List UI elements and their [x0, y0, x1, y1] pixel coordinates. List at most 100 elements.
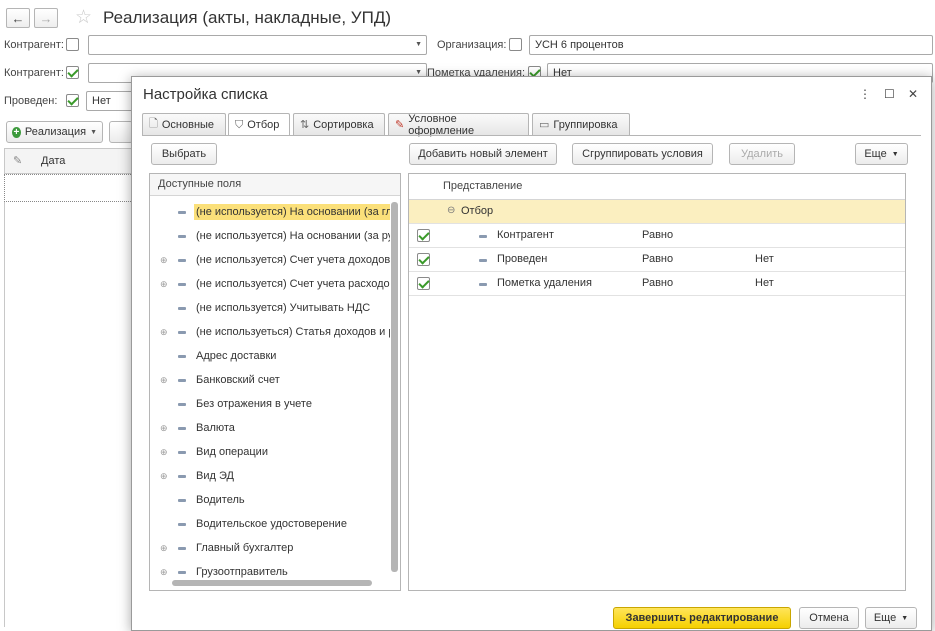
list-body — [4, 202, 5, 627]
field-icon — [178, 498, 186, 502]
filter-row[interactable]: Контрагент Равно — [409, 224, 905, 248]
field-row[interactable]: (не используется) На основании (за гл — [150, 200, 390, 224]
org-filter-checkbox[interactable] — [509, 38, 522, 51]
column-date[interactable]: Дата — [41, 155, 65, 167]
filter-use-checkbox[interactable] — [417, 229, 430, 242]
expand-icon[interactable]: ⊕ — [160, 471, 168, 482]
tab-conditional-format[interactable]: ✎ Условное оформление — [388, 113, 529, 137]
field-icon — [178, 330, 186, 334]
print-button[interactable] — [109, 121, 133, 143]
filter-field[interactable]: Проведен — [497, 253, 547, 265]
forward-button[interactable]: → — [34, 8, 58, 28]
filter-condition[interactable]: Равно — [642, 229, 673, 241]
field-icon — [479, 283, 487, 286]
field-row[interactable]: ⊕ Вид ЭД — [150, 464, 390, 488]
tab-basic[interactable]: 🗋 Основные — [142, 113, 226, 135]
kontragent-filter-checkbox[interactable] — [66, 38, 79, 51]
select-button[interactable]: Выбрать — [151, 143, 217, 165]
filter-group-row[interactable]: ⊖ Отбор — [409, 200, 905, 224]
more-actions-icon[interactable]: ⋮ — [859, 87, 871, 101]
filter-condition[interactable]: Равно — [642, 253, 673, 265]
expand-icon[interactable]: ⊕ — [160, 255, 168, 266]
filter-use-checkbox[interactable] — [417, 253, 430, 266]
filter-field[interactable]: Контрагент — [497, 229, 554, 241]
maximize-icon[interactable]: ☐ — [884, 87, 895, 101]
more-button-bottom[interactable]: Еще ▼ — [865, 607, 917, 629]
kontragent2-label: Контрагент: — [4, 67, 64, 79]
filter-condition[interactable]: Равно — [642, 277, 673, 289]
field-row[interactable]: ⊕ (не используется) Счет учета доходов — [150, 248, 390, 272]
tab-sort[interactable]: ⇅ Сортировка — [293, 113, 385, 135]
tab-filter[interactable]: ⛉ Отбор — [228, 113, 290, 136]
filter-tree[interactable]: Представление ⊖ Отбор Контрагент Равно Про… — [408, 173, 906, 591]
filter-value[interactable]: Нет — [755, 277, 774, 289]
field-label: Водитель — [196, 494, 245, 506]
field-icon — [178, 474, 186, 478]
available-fields-tree[interactable]: Доступные поля (не используется) На осно… — [149, 173, 401, 591]
expand-icon[interactable]: ⊕ — [160, 279, 168, 290]
horizontal-scrollbar[interactable] — [172, 580, 372, 586]
pencil-icon: ✎ — [395, 119, 405, 131]
expand-icon[interactable]: ⊕ — [160, 567, 168, 578]
filter-value[interactable]: Нет — [755, 253, 774, 265]
more-button[interactable]: Еще ▼ — [855, 143, 908, 165]
org-field[interactable]: УСН 6 процентов — [529, 35, 933, 55]
kontragent2-filter-checkbox[interactable] — [66, 66, 79, 79]
back-button[interactable]: ← — [6, 8, 30, 28]
plus-circle-icon: + — [12, 126, 21, 138]
field-row[interactable]: (не используется) На основании (за ру — [150, 224, 390, 248]
field-row[interactable]: ⊕ Вид операции — [150, 440, 390, 464]
field-label: Валюта — [196, 422, 235, 434]
field-label: Вид операции — [196, 446, 268, 458]
field-row[interactable]: ⊕ Главный бухгалтер — [150, 536, 390, 560]
field-row[interactable]: Адрес доставки — [150, 344, 390, 368]
field-label: Без отражения в учете — [196, 398, 312, 410]
field-row[interactable]: ⊕ Валюта — [150, 416, 390, 440]
field-row[interactable]: ⊕ (не используеться) Статья доходов и р — [150, 320, 390, 344]
field-label: (не используется) Счет учета расходо — [196, 278, 390, 290]
field-row[interactable]: Водительское удостоверение — [150, 512, 390, 536]
field-row[interactable]: ⊕ Банковский счет — [150, 368, 390, 392]
field-icon — [178, 402, 186, 406]
favorite-star-icon[interactable]: ☆ — [75, 6, 92, 29]
create-realization-button[interactable]: + Реализация ▼ — [6, 121, 103, 143]
field-row[interactable]: Без отражения в учете — [150, 392, 390, 416]
vertical-scrollbar[interactable] — [391, 196, 398, 576]
expand-icon[interactable]: ⊕ — [160, 543, 168, 554]
field-row[interactable]: ⊕ (не используется) Счет учета расходо — [150, 272, 390, 296]
dropdown-arrow-icon[interactable]: ▼ — [415, 41, 422, 48]
close-icon[interactable]: ✕ — [908, 87, 918, 101]
filter-field[interactable]: Пометка удаления — [497, 277, 592, 289]
add-element-button[interactable]: Добавить новый элемент — [409, 143, 557, 165]
field-row[interactable]: (не используется) Учитывать НДС — [150, 296, 390, 320]
filter-row[interactable]: Пометка удаления Равно Нет — [409, 272, 905, 296]
tab-grouping[interactable]: ▭ Группировка — [532, 113, 630, 135]
field-icon — [178, 546, 186, 550]
proveden-filter-checkbox[interactable] — [66, 94, 79, 107]
filter-use-checkbox[interactable] — [417, 277, 430, 290]
page-title: Реализация (акты, накладные, УПД) — [103, 8, 391, 27]
group-conditions-button[interactable]: Сгруппировать условия — [572, 143, 713, 165]
delete-button[interactable]: Удалить — [729, 143, 795, 165]
dropdown-arrow-icon: ▼ — [901, 614, 909, 622]
collapse-icon[interactable]: ⊖ — [447, 205, 455, 216]
scrollbar-thumb[interactable] — [391, 202, 398, 572]
field-label: (не используеться) Статья доходов и р — [196, 326, 390, 338]
field-icon — [178, 258, 186, 262]
field-icon — [178, 426, 186, 430]
filter-row[interactable]: Проведен Равно Нет — [409, 248, 905, 272]
cancel-button[interactable]: Отмена — [799, 607, 859, 629]
expand-icon[interactable]: ⊕ — [160, 327, 168, 338]
attachment-icon: ✎ — [13, 155, 23, 167]
list-row[interactable] — [4, 174, 133, 202]
expand-icon[interactable]: ⊕ — [160, 375, 168, 386]
org-label: Организация: — [437, 39, 507, 51]
field-label: (не используется) На основании (за гл — [194, 204, 390, 220]
expand-icon[interactable]: ⊕ — [160, 423, 168, 434]
field-label: (не используется) Учитывать НДС — [196, 302, 371, 314]
kontragent-field[interactable]: ▼ — [88, 35, 427, 55]
dropdown-arrow-icon[interactable]: ▼ — [415, 69, 422, 76]
finish-editing-button[interactable]: Завершить редактирование — [613, 607, 791, 629]
expand-icon[interactable]: ⊕ — [160, 447, 168, 458]
field-row[interactable]: Водитель — [150, 488, 390, 512]
